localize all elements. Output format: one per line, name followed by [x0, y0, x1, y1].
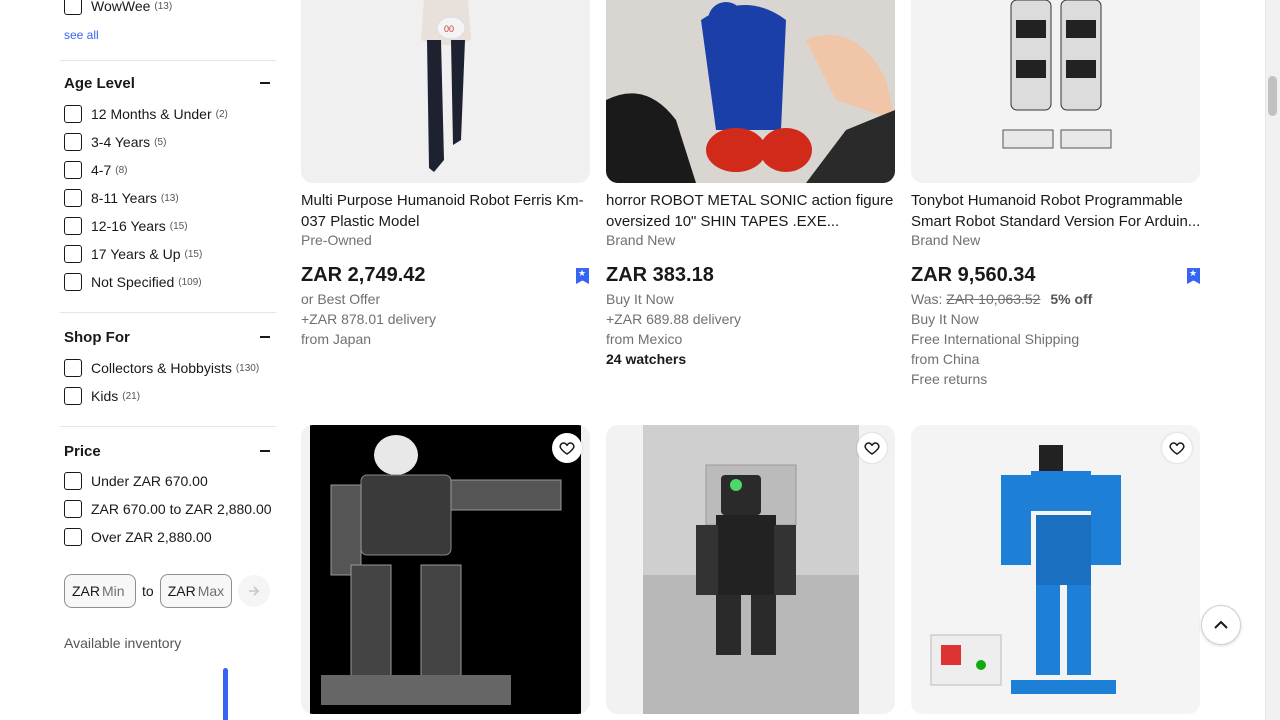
checkbox[interactable]	[64, 500, 82, 518]
checkbox[interactable]	[64, 245, 82, 263]
watched-flag-icon[interactable]	[576, 268, 589, 284]
watched-flag-icon[interactable]	[1187, 268, 1200, 284]
scrollbar-thumb[interactable]	[1268, 76, 1277, 116]
buy-it-now: Buy It Now	[606, 291, 674, 307]
collapse-icon[interactable]	[260, 336, 270, 338]
ship-from: from China	[911, 351, 980, 367]
min-price-input[interactable]: ZAR Min	[64, 574, 136, 608]
filter-collectors[interactable]: Collectors & Hobbyists (130)	[64, 354, 259, 382]
heart-icon[interactable]	[1162, 433, 1192, 463]
checkbox[interactable]	[64, 161, 82, 179]
listing-title[interactable]: horror ROBOT METAL SONIC action figure o…	[606, 190, 898, 232]
filter-price-range[interactable]: ZAR 670.00 to ZAR 2,880.00	[64, 495, 272, 523]
listing-title[interactable]: Tonybot Humanoid Robot Programmable Smar…	[911, 190, 1203, 232]
checkbox[interactable]	[64, 189, 82, 207]
ship-from: from Mexico	[606, 331, 683, 347]
shop-for-list: Collectors & Hobbyists (130) Kids (21)	[64, 354, 259, 410]
filter-age-17-up[interactable]: 17 Years & Up (15)	[64, 240, 228, 268]
filter-age-not-specified[interactable]: Not Specified (109)	[64, 268, 228, 296]
scrollbar[interactable]	[1265, 0, 1280, 720]
best-offer: or Best Offer	[301, 291, 381, 307]
listing-price: ZAR 383.18	[606, 264, 714, 286]
delivery-cost: +ZAR 689.88 delivery	[606, 311, 742, 327]
listing-condition: Brand New	[911, 232, 981, 248]
robot-doll-image: 00	[301, 0, 590, 183]
collapse-icon[interactable]	[260, 82, 270, 84]
filter-brand-wowwee[interactable]: WowWee (13)	[64, 0, 172, 20]
listing-title[interactable]: Multi Purpose Humanoid Robot Ferris Km-0…	[301, 190, 593, 232]
checkbox[interactable]	[64, 528, 82, 546]
shop-for-header[interactable]: Shop For	[64, 326, 276, 348]
price-list: Under ZAR 670.00 ZAR 670.00 to ZAR 2,880…	[64, 467, 272, 551]
listing-image[interactable]	[606, 425, 895, 714]
buy-it-now: Buy It Now	[911, 311, 979, 327]
inventory-histogram-bar	[223, 668, 228, 720]
max-price-input[interactable]: ZAR Max	[159, 574, 232, 608]
free-returns: Free returns	[911, 371, 988, 387]
filter-price-over[interactable]: Over ZAR 2,880.00	[64, 523, 272, 551]
divider	[60, 312, 276, 313]
filter-age-3-4[interactable]: 3-4 Years (5)	[64, 128, 228, 156]
checkbox[interactable]	[64, 105, 82, 123]
filter-age-12-16[interactable]: 12-16 Years (15)	[64, 212, 228, 240]
listing-image[interactable]	[606, 0, 895, 183]
listing-details: Buy It Now +ZAR 689.88 delivery from Mex…	[606, 289, 741, 369]
price-range-inputs: ZAR Min to ZAR Max	[64, 574, 270, 608]
checkbox[interactable]	[64, 387, 82, 405]
listing-condition: Pre-Owned	[301, 232, 372, 248]
filter-price-under[interactable]: Under ZAR 670.00	[64, 467, 272, 495]
tonybot-image	[911, 0, 1200, 183]
divider	[60, 60, 276, 61]
checkbox[interactable]	[64, 359, 82, 377]
listing-details: Was: ZAR 10,063.52 5% off Buy It Now Fre…	[911, 289, 1092, 389]
see-all-link[interactable]: see all	[64, 28, 99, 42]
svg-text:00: 00	[444, 24, 454, 34]
filter-kids[interactable]: Kids (21)	[64, 382, 259, 410]
black-humanoid-robot-image	[310, 425, 581, 714]
ship-from: from Japan	[301, 331, 372, 347]
arrow-right-icon[interactable]	[237, 575, 270, 607]
listing-image[interactable]	[911, 425, 1200, 714]
filter-age-8-11[interactable]: 8-11 Years (13)	[64, 184, 228, 212]
listing-details: or Best Offer +ZAR 878.01 delivery from …	[301, 289, 436, 349]
listing-condition: Brand New	[606, 232, 676, 248]
collapse-icon[interactable]	[260, 450, 270, 452]
small-robot-image	[643, 425, 859, 714]
was-price-line: Was: ZAR 10,063.52 5% off	[911, 291, 1093, 307]
listing-price: ZAR 9,560.34	[911, 264, 1036, 286]
checkbox[interactable]	[64, 217, 82, 235]
watchers-count: 24 watchers	[606, 351, 687, 367]
heart-icon[interactable]	[552, 433, 582, 463]
free-shipping: Free International Shipping	[911, 331, 1080, 347]
age-level-header[interactable]: Age Level	[64, 72, 276, 94]
filter-age-4-7[interactable]: 4-7 (8)	[64, 156, 228, 184]
price-header[interactable]: Price	[64, 440, 276, 462]
chevron-up-icon[interactable]	[1201, 605, 1241, 645]
heart-icon[interactable]	[857, 433, 887, 463]
available-inventory-label: Available inventory	[64, 635, 182, 651]
checkbox[interactable]	[64, 0, 82, 15]
checkbox[interactable]	[64, 273, 82, 291]
listing-price: ZAR 2,749.42	[301, 264, 426, 286]
listing-image[interactable]	[301, 425, 590, 714]
checkbox[interactable]	[64, 472, 82, 490]
checkbox[interactable]	[64, 133, 82, 151]
divider	[60, 426, 276, 427]
listing-image[interactable]	[911, 0, 1200, 183]
filter-age-12-months[interactable]: 12 Months & Under (2)	[64, 100, 228, 128]
delivery-cost: +ZAR 878.01 delivery	[301, 311, 437, 327]
listing-image[interactable]: 00	[301, 0, 590, 183]
age-level-list: 12 Months & Under (2) 3-4 Years (5) 4-7 (8)…	[64, 100, 228, 296]
metal-sonic-image	[606, 0, 895, 183]
blue-robot-kit-image	[911, 425, 1200, 714]
